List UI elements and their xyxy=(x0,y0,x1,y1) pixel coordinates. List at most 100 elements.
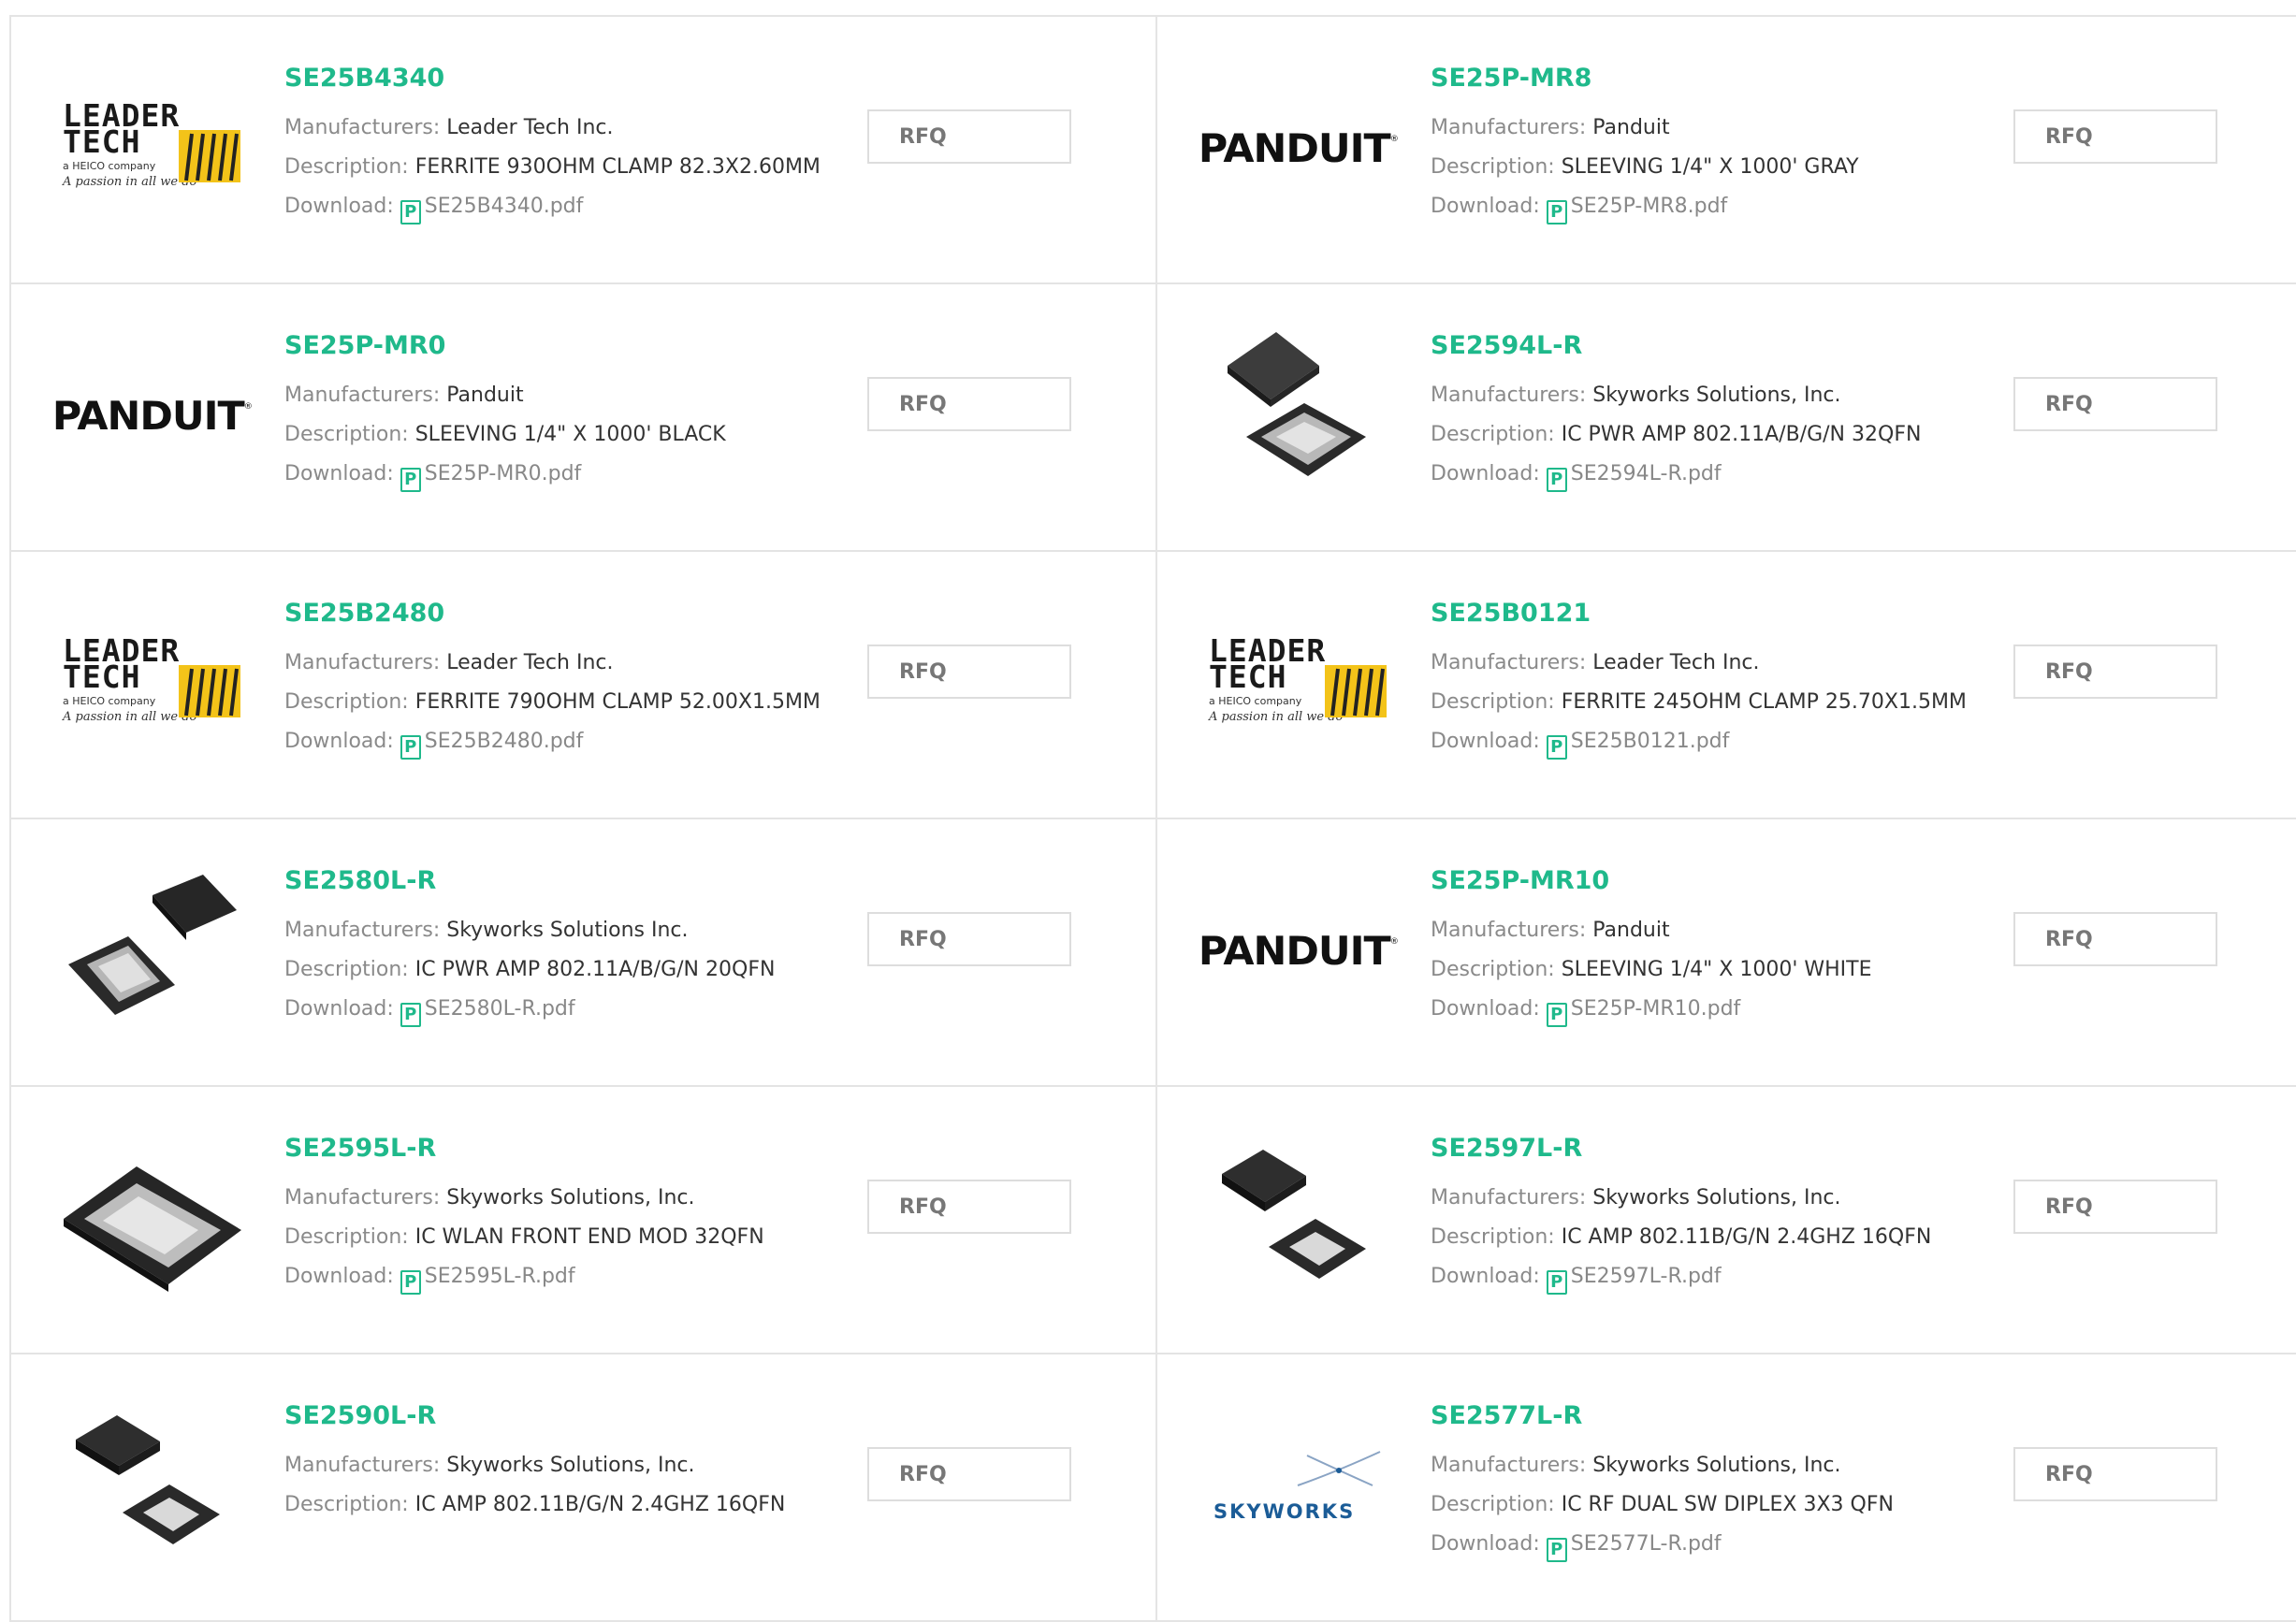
product-card: LEADER TECH a HEICO company A passion in… xyxy=(9,552,1155,819)
logo-slogan: A passion in all we do xyxy=(1209,710,1344,724)
product-image[interactable] xyxy=(53,857,250,1044)
rfq-button[interactable]: RFQ xyxy=(2013,644,2217,699)
description-value: FERRITE 245OHM CLAMP 25.70X1.5MM xyxy=(1561,690,1967,714)
description-row: Description: FERRITE 930OHM CLAMP 82.3X2… xyxy=(284,148,846,187)
pdf-icon[interactable]: P xyxy=(1546,735,1567,760)
product-image[interactable]: PANDUIT® xyxy=(1198,54,1398,241)
manufacturer-value: Panduit xyxy=(1592,919,1670,942)
rfq-button[interactable]: RFQ xyxy=(867,912,1071,966)
rfq-button[interactable]: RFQ xyxy=(867,644,1071,699)
pdf-icon[interactable]: P xyxy=(400,1003,421,1027)
manufacturer-row: Manufacturers: Skyworks Solutions, Inc. xyxy=(1431,1179,1992,1218)
datasheet-link[interactable]: SE2595L-R.pdf xyxy=(425,1265,575,1288)
download-row: Download: P SE2580L-R.pdf xyxy=(284,990,846,1029)
leader-tech-logo: LEADER TECH a HEICO company A passion in… xyxy=(63,96,240,199)
description-value: FERRITE 930OHM CLAMP 82.3X2.60MM xyxy=(414,155,821,179)
qfn-chip-photo xyxy=(1228,332,1366,476)
product-image[interactable]: LEADER TECH a HEICO company A passion in… xyxy=(53,589,250,776)
description-value: IC AMP 802.11B/G/N 2.4GHZ 16QFN xyxy=(414,1493,786,1516)
rfq-button[interactable]: RFQ xyxy=(867,1180,1071,1234)
manufacturer-value: Leader Tech Inc. xyxy=(446,651,614,674)
manufacturer-value: Skyworks Solutions, Inc. xyxy=(446,1186,695,1209)
pdf-icon[interactable]: P xyxy=(1546,1270,1567,1295)
pdf-icon[interactable]: P xyxy=(400,468,421,492)
manufacturer-row: Manufacturers: Skyworks Solutions, Inc. xyxy=(1431,376,1992,415)
qfn-chip-photo xyxy=(64,1166,241,1292)
product-image[interactable]: LEADER TECH a HEICO company A passion in… xyxy=(53,54,250,241)
datasheet-link[interactable]: SE2597L-R.pdf xyxy=(1571,1265,1722,1288)
manufacturer-label: Manufacturers: xyxy=(1431,116,1587,139)
part-number-link[interactable]: SE25P-MR0 xyxy=(284,329,846,363)
description-row: Description: IC AMP 802.11B/G/N 2.4GHZ 1… xyxy=(284,1485,846,1525)
product-image[interactable]: SKYWORKS xyxy=(1199,1392,1396,1579)
description-row: Description: IC PWR AMP 802.11A/B/G/N 32… xyxy=(1431,415,1992,455)
pdf-icon[interactable]: P xyxy=(1546,1003,1567,1027)
rfq-button[interactable]: RFQ xyxy=(867,377,1071,431)
part-number-link[interactable]: SE25P-MR10 xyxy=(1431,864,1992,898)
manufacturer-label: Manufacturers: xyxy=(1431,919,1587,942)
product-image[interactable]: PANDUIT® xyxy=(51,322,252,509)
product-info: SE2597L-R Manufacturers: Skyworks Soluti… xyxy=(1431,1132,1992,1296)
part-number-link[interactable]: SE25B2480 xyxy=(284,597,846,630)
datasheet-link[interactable]: SE2577L-R.pdf xyxy=(1571,1532,1722,1556)
manufacturer-label: Manufacturers: xyxy=(284,384,441,407)
datasheet-link[interactable]: SE25P-MR0.pdf xyxy=(425,462,582,485)
download-row: Download: P SE2595L-R.pdf xyxy=(284,1257,846,1296)
pdf-icon[interactable]: P xyxy=(1546,1538,1567,1562)
product-info: SE25B0121 Manufacturers: Leader Tech Inc… xyxy=(1431,597,1992,761)
pdf-icon[interactable]: P xyxy=(400,200,421,224)
product-image[interactable] xyxy=(53,1124,250,1311)
part-number-link[interactable]: SE2597L-R xyxy=(1431,1132,1992,1166)
rfq-button[interactable]: RFQ xyxy=(2013,912,2217,966)
rfq-button[interactable]: RFQ xyxy=(2013,377,2217,431)
manufacturer-label: Manufacturers: xyxy=(284,919,441,942)
qfn-chip-photo xyxy=(68,875,237,1015)
product-card: SE2590L-R Manufacturers: Skyworks Soluti… xyxy=(9,1354,1155,1622)
rfq-button[interactable]: RFQ xyxy=(2013,1447,2217,1501)
part-number-link[interactable]: SE2595L-R xyxy=(284,1132,846,1166)
manufacturer-row: Manufacturers: Panduit xyxy=(1431,109,1992,148)
logo-text: SKYWORKS xyxy=(1213,1500,1356,1523)
description-label: Description: xyxy=(1431,423,1555,446)
product-image[interactable] xyxy=(53,1392,250,1579)
rfq-button[interactable]: RFQ xyxy=(2013,1180,2217,1234)
part-number-link[interactable]: SE25B4340 xyxy=(284,62,846,95)
rfq-button[interactable]: RFQ xyxy=(867,109,1071,164)
datasheet-link[interactable]: SE25B0121.pdf xyxy=(1571,730,1730,753)
datasheet-link[interactable]: SE2580L-R.pdf xyxy=(425,997,575,1021)
product-image[interactable] xyxy=(1199,1124,1396,1311)
rfq-button[interactable]: RFQ xyxy=(2013,109,2217,164)
part-number-link[interactable]: SE25P-MR8 xyxy=(1431,62,1992,95)
description-row: Description: IC PWR AMP 802.11A/B/G/N 20… xyxy=(284,950,846,990)
part-number-link[interactable]: SE2594L-R xyxy=(1431,329,1992,363)
manufacturer-row: Manufacturers: Skyworks Solutions Inc. xyxy=(284,911,846,950)
description-row: Description: IC RF DUAL SW DIPLEX 3X3 QF… xyxy=(1431,1485,1992,1525)
manufacturer-value: Skyworks Solutions, Inc. xyxy=(1592,384,1841,407)
datasheet-link[interactable]: SE25P-MR8.pdf xyxy=(1571,195,1728,218)
datasheet-link[interactable]: SE25B4340.pdf xyxy=(425,195,584,218)
datasheet-link[interactable]: SE25B2480.pdf xyxy=(425,730,584,753)
part-number-link[interactable]: SE2580L-R xyxy=(284,864,846,898)
description-label: Description: xyxy=(1431,690,1555,714)
product-image[interactable] xyxy=(1199,322,1396,509)
product-image[interactable]: PANDUIT® xyxy=(1198,857,1398,1044)
panduit-logo: PANDUIT® xyxy=(1198,124,1398,171)
download-row: Download: P SE25B0121.pdf xyxy=(1431,722,1992,761)
product-image[interactable]: LEADER TECH a HEICO company A passion in… xyxy=(1199,589,1396,776)
pdf-icon[interactable]: P xyxy=(1546,200,1567,224)
rfq-button[interactable]: RFQ xyxy=(867,1447,1071,1501)
manufacturer-value: Leader Tech Inc. xyxy=(446,116,614,139)
datasheet-link[interactable]: SE2594L-R.pdf xyxy=(1571,462,1722,485)
leader-tech-logo: LEADER TECH a HEICO company A passion in… xyxy=(63,631,240,734)
logo-tagline: a HEICO company xyxy=(1209,695,1302,707)
part-number-link[interactable]: SE2590L-R xyxy=(284,1399,846,1433)
description-value: IC WLAN FRONT END MOD 32QFN xyxy=(414,1225,764,1249)
description-value: IC AMP 802.11B/G/N 2.4GHZ 16QFN xyxy=(1561,1225,1932,1249)
pdf-icon[interactable]: P xyxy=(400,1270,421,1295)
part-number-link[interactable]: SE25B0121 xyxy=(1431,597,1992,630)
description-label: Description: xyxy=(1431,1225,1555,1249)
datasheet-link[interactable]: SE25P-MR10.pdf xyxy=(1571,997,1741,1021)
part-number-link[interactable]: SE2577L-R xyxy=(1431,1399,1992,1433)
pdf-icon[interactable]: P xyxy=(400,735,421,760)
pdf-icon[interactable]: P xyxy=(1546,468,1567,492)
